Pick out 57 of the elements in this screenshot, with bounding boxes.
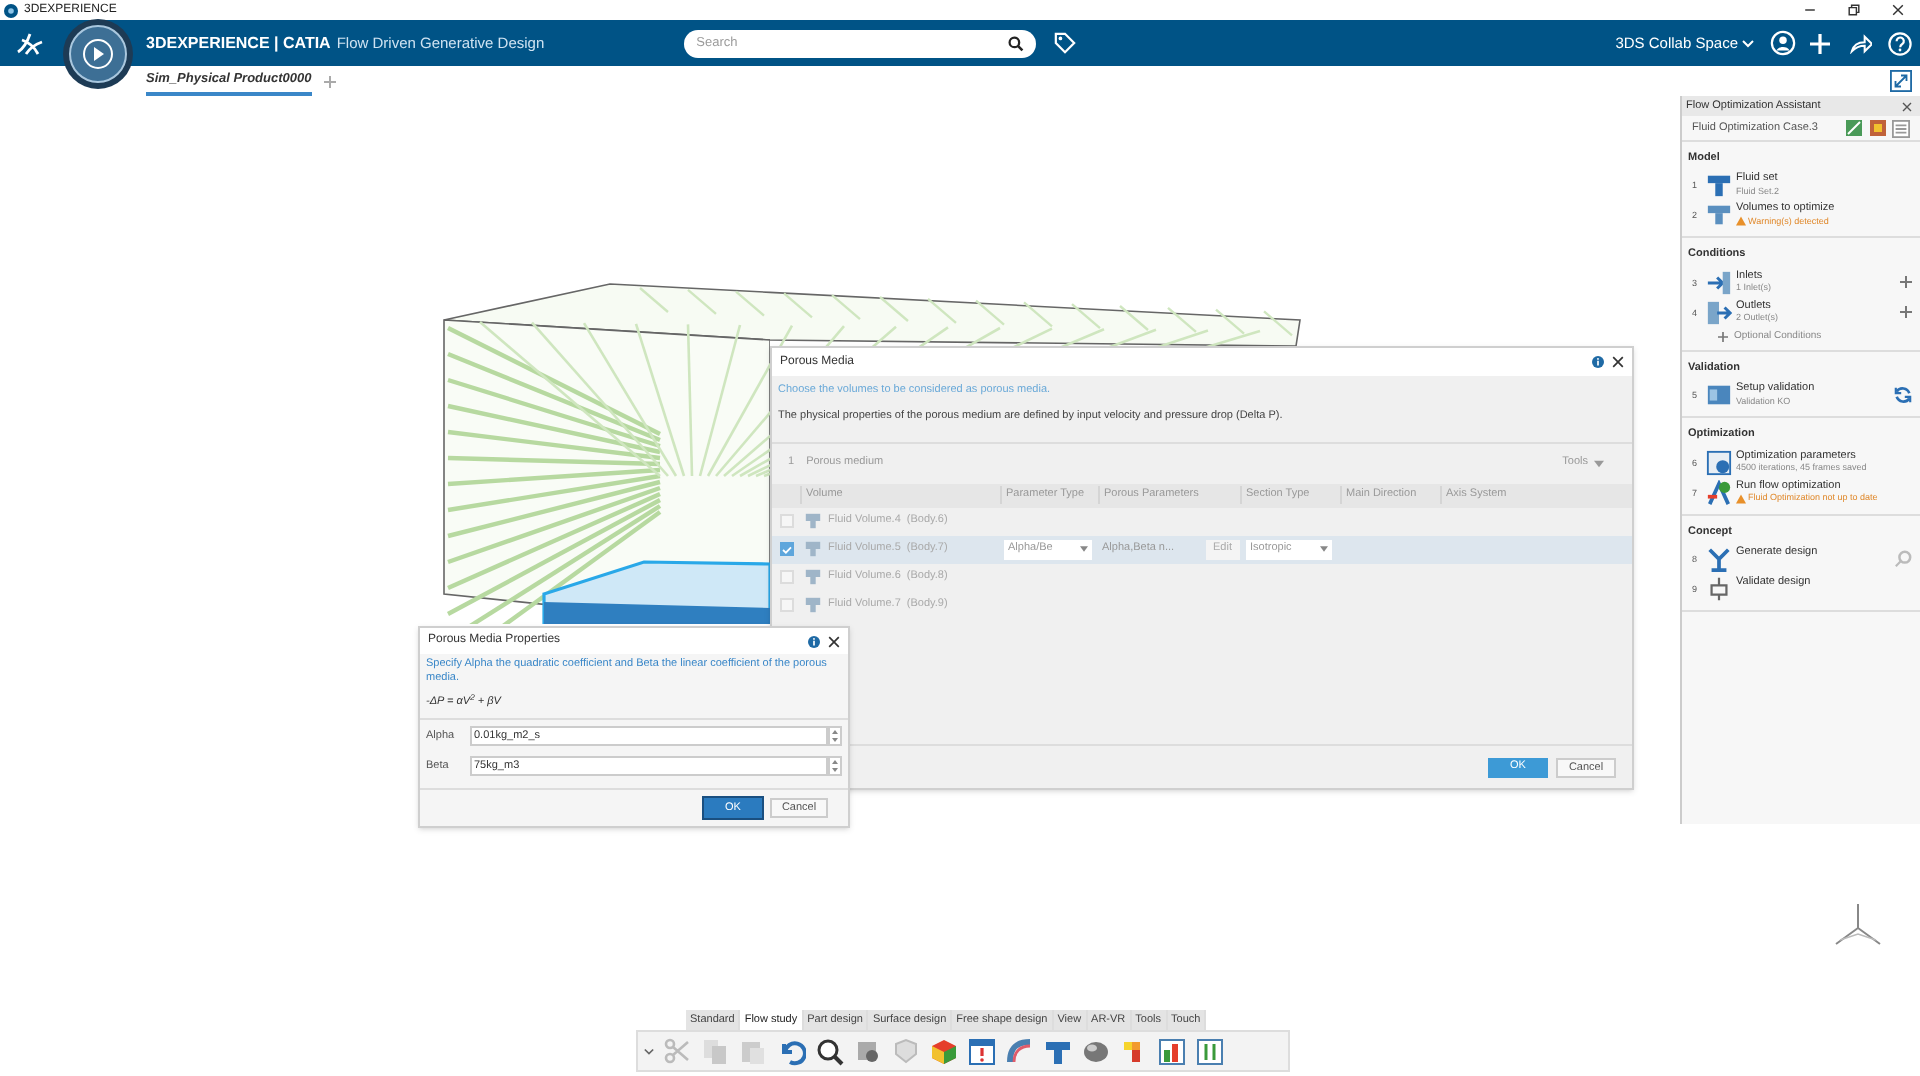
tag-icon[interactable] — [1054, 32, 1077, 54]
slider-panel-icon[interactable] — [1196, 1037, 1224, 1065]
close-icon[interactable] — [1612, 356, 1624, 368]
overflow-caret-icon[interactable] — [644, 1047, 654, 1055]
warning-panel-icon[interactable] — [968, 1037, 996, 1065]
undo-icon[interactable] — [778, 1037, 806, 1065]
volume-icon — [804, 568, 822, 586]
caret-icon[interactable] — [1742, 39, 1754, 47]
tee-pipe-icon[interactable] — [1706, 172, 1732, 199]
brand-title: 3DEXPERIENCE | CATIA — [146, 31, 331, 55]
caret-icon — [1080, 546, 1088, 552]
close-icon[interactable] — [828, 635, 840, 647]
spinner-icon[interactable] — [828, 756, 842, 777]
warning-icon — [1736, 493, 1746, 503]
checkmark-icon — [781, 545, 791, 553]
volume-icon — [804, 596, 822, 614]
spinner-icon[interactable] — [828, 726, 842, 747]
info-icon[interactable] — [1592, 356, 1604, 368]
volume-icon — [804, 512, 822, 530]
list-icon[interactable] — [1892, 119, 1910, 137]
volume-icon — [804, 540, 822, 558]
colored-block-icon[interactable] — [930, 1037, 958, 1065]
plus-icon[interactable] — [1718, 331, 1728, 342]
run-icon[interactable] — [1706, 479, 1732, 505]
restore-icon[interactable] — [1848, 4, 1860, 16]
zoom-icon[interactable] — [816, 1037, 844, 1065]
share-icon[interactable] — [1850, 33, 1872, 53]
ds-logo-icon[interactable] — [16, 31, 44, 55]
plus-icon[interactable] — [1900, 275, 1912, 287]
collapse-icon[interactable] — [1890, 70, 1912, 92]
branch-icon[interactable] — [1706, 545, 1732, 572]
pipe-bend-icon[interactable] — [1006, 1037, 1034, 1065]
close-icon[interactable] — [1892, 4, 1904, 16]
search-icon[interactable] — [1008, 35, 1025, 51]
tee-pipe-icon[interactable] — [1044, 1037, 1072, 1065]
parameters-icon[interactable] — [1706, 449, 1732, 475]
minimize-icon[interactable] — [1804, 4, 1816, 16]
gear-part-icon[interactable] — [854, 1037, 882, 1065]
info-icon[interactable] — [808, 635, 820, 647]
warning-icon — [1736, 216, 1746, 227]
panel-icon[interactable] — [1706, 382, 1732, 409]
tee-pipe-icon[interactable] — [1706, 202, 1732, 229]
case-tool-icon[interactable] — [1844, 118, 1864, 138]
refresh-icon[interactable] — [1894, 386, 1912, 405]
checkbox[interactable] — [779, 542, 793, 556]
close-icon[interactable] — [1902, 101, 1912, 111]
inlet-arrow-icon[interactable] — [1706, 269, 1732, 295]
chart-panel-icon[interactable] — [1158, 1037, 1186, 1065]
sphere-icon[interactable] — [1082, 1037, 1110, 1065]
plus-icon[interactable] — [1900, 305, 1912, 317]
caret-icon — [1320, 546, 1328, 552]
outline-shape-icon[interactable] — [1706, 575, 1732, 602]
user-icon[interactable] — [1770, 30, 1796, 56]
axis-triad-icon — [1832, 900, 1884, 948]
case-tool-icon[interactable] — [1868, 118, 1888, 138]
outlet-arrow-icon[interactable] — [1706, 299, 1732, 325]
help-icon[interactable] — [1888, 31, 1912, 55]
